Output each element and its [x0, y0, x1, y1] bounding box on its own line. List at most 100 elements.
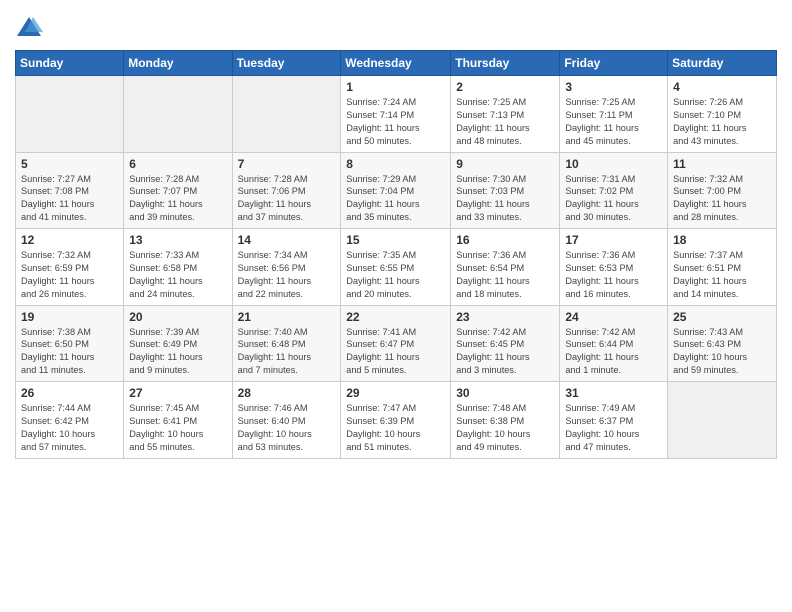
day-number: 16 [456, 233, 554, 247]
day-info: Sunrise: 7:32 AM Sunset: 7:00 PM Dayligh… [673, 173, 771, 225]
day-number: 9 [456, 157, 554, 171]
day-number: 3 [565, 80, 662, 94]
day-info: Sunrise: 7:47 AM Sunset: 6:39 PM Dayligh… [346, 402, 445, 454]
calendar-cell: 31 Sunrise: 7:49 AM Sunset: 6:37 PM Dayli… [560, 382, 668, 459]
day-number: 29 [346, 386, 445, 400]
calendar-cell: 18 Sunrise: 7:37 AM Sunset: 6:51 PM Dayli… [668, 229, 777, 306]
logo [15, 14, 45, 42]
calendar-cell: 1 Sunrise: 7:24 AM Sunset: 7:14 PM Daylig… [341, 76, 451, 153]
day-number: 12 [21, 233, 118, 247]
calendar-cell: 27 Sunrise: 7:45 AM Sunset: 6:41 PM Dayli… [124, 382, 232, 459]
calendar-cell: 22 Sunrise: 7:41 AM Sunset: 6:47 PM Dayli… [341, 305, 451, 382]
day-info: Sunrise: 7:41 AM Sunset: 6:47 PM Dayligh… [346, 326, 445, 378]
day-number: 24 [565, 310, 662, 324]
day-number: 13 [129, 233, 226, 247]
day-number: 21 [238, 310, 336, 324]
day-number: 11 [673, 157, 771, 171]
day-number: 17 [565, 233, 662, 247]
calendar-header-monday: Monday [124, 51, 232, 76]
day-info: Sunrise: 7:48 AM Sunset: 6:38 PM Dayligh… [456, 402, 554, 454]
header [15, 10, 777, 42]
calendar-header-sunday: Sunday [16, 51, 124, 76]
calendar-cell [16, 76, 124, 153]
calendar-cell: 10 Sunrise: 7:31 AM Sunset: 7:02 PM Dayli… [560, 152, 668, 229]
day-info: Sunrise: 7:34 AM Sunset: 6:56 PM Dayligh… [238, 249, 336, 301]
calendar-cell: 20Sunrise: 7:39 AM Sunset: 6:49 PM Dayli… [124, 305, 232, 382]
day-info: Sunrise: 7:28 AM Sunset: 7:06 PM Dayligh… [238, 173, 336, 225]
day-info: Sunrise: 7:42 AM Sunset: 6:44 PM Dayligh… [565, 326, 662, 378]
calendar-cell: 24 Sunrise: 7:42 AM Sunset: 6:44 PM Dayli… [560, 305, 668, 382]
day-info: Sunrise: 7:49 AM Sunset: 6:37 PM Dayligh… [565, 402, 662, 454]
day-number: 8 [346, 157, 445, 171]
calendar-header-row: SundayMondayTuesdayWednesdayThursdayFrid… [16, 51, 777, 76]
day-number: 19 [21, 310, 118, 324]
calendar-header-thursday: Thursday [451, 51, 560, 76]
calendar-cell: 8 Sunrise: 7:29 AM Sunset: 7:04 PM Daylig… [341, 152, 451, 229]
calendar-cell: 23Sunrise: 7:42 AM Sunset: 6:45 PM Dayli… [451, 305, 560, 382]
day-info: Sunrise: 7:27 AM Sunset: 7:08 PM Dayligh… [21, 173, 118, 225]
calendar-week-5: 26 Sunrise: 7:44 AM Sunset: 6:42 PM Dayli… [16, 382, 777, 459]
day-number: 26 [21, 386, 118, 400]
day-info: Sunrise: 7:37 AM Sunset: 6:51 PM Dayligh… [673, 249, 771, 301]
day-info: Sunrise: 7:39 AM Sunset: 6:49 PM Dayligh… [129, 326, 226, 378]
calendar-cell [124, 76, 232, 153]
calendar-table: SundayMondayTuesdayWednesdayThursdayFrid… [15, 50, 777, 459]
calendar-cell: 6Sunrise: 7:28 AM Sunset: 7:07 PM Daylig… [124, 152, 232, 229]
day-number: 1 [346, 80, 445, 94]
day-info: Sunrise: 7:40 AM Sunset: 6:48 PM Dayligh… [238, 326, 336, 378]
calendar-cell: 15Sunrise: 7:35 AM Sunset: 6:55 PM Dayli… [341, 229, 451, 306]
calendar-cell: 25Sunrise: 7:43 AM Sunset: 6:43 PM Dayli… [668, 305, 777, 382]
day-info: Sunrise: 7:32 AM Sunset: 6:59 PM Dayligh… [21, 249, 118, 301]
calendar-cell: 28Sunrise: 7:46 AM Sunset: 6:40 PM Dayli… [232, 382, 341, 459]
day-info: Sunrise: 7:38 AM Sunset: 6:50 PM Dayligh… [21, 326, 118, 378]
day-number: 14 [238, 233, 336, 247]
day-info: Sunrise: 7:31 AM Sunset: 7:02 PM Dayligh… [565, 173, 662, 225]
day-number: 10 [565, 157, 662, 171]
calendar-header-saturday: Saturday [668, 51, 777, 76]
calendar-cell: 2Sunrise: 7:25 AM Sunset: 7:13 PM Daylig… [451, 76, 560, 153]
calendar-cell: 12 Sunrise: 7:32 AM Sunset: 6:59 PM Dayli… [16, 229, 124, 306]
day-info: Sunrise: 7:30 AM Sunset: 7:03 PM Dayligh… [456, 173, 554, 225]
day-number: 27 [129, 386, 226, 400]
calendar-cell: 11 Sunrise: 7:32 AM Sunset: 7:00 PM Dayli… [668, 152, 777, 229]
day-info: Sunrise: 7:26 AM Sunset: 7:10 PM Dayligh… [673, 96, 771, 148]
day-info: Sunrise: 7:29 AM Sunset: 7:04 PM Dayligh… [346, 173, 445, 225]
day-info: Sunrise: 7:42 AM Sunset: 6:45 PM Dayligh… [456, 326, 554, 378]
day-number: 22 [346, 310, 445, 324]
calendar-cell: 16 Sunrise: 7:36 AM Sunset: 6:54 PM Dayli… [451, 229, 560, 306]
calendar-week-2: 5 Sunrise: 7:27 AM Sunset: 7:08 PM Daylig… [16, 152, 777, 229]
day-info: Sunrise: 7:33 AM Sunset: 6:58 PM Dayligh… [129, 249, 226, 301]
calendar-cell: 13 Sunrise: 7:33 AM Sunset: 6:58 PM Dayli… [124, 229, 232, 306]
day-info: Sunrise: 7:45 AM Sunset: 6:41 PM Dayligh… [129, 402, 226, 454]
day-info: Sunrise: 7:36 AM Sunset: 6:54 PM Dayligh… [456, 249, 554, 301]
day-info: Sunrise: 7:24 AM Sunset: 7:14 PM Dayligh… [346, 96, 445, 148]
day-number: 4 [673, 80, 771, 94]
day-number: 25 [673, 310, 771, 324]
day-number: 18 [673, 233, 771, 247]
calendar-week-4: 19 Sunrise: 7:38 AM Sunset: 6:50 PM Dayli… [16, 305, 777, 382]
calendar-cell: 21 Sunrise: 7:40 AM Sunset: 6:48 PM Dayli… [232, 305, 341, 382]
day-number: 7 [238, 157, 336, 171]
day-info: Sunrise: 7:35 AM Sunset: 6:55 PM Dayligh… [346, 249, 445, 301]
day-number: 31 [565, 386, 662, 400]
day-number: 2 [456, 80, 554, 94]
calendar-week-3: 12 Sunrise: 7:32 AM Sunset: 6:59 PM Dayli… [16, 229, 777, 306]
calendar-header-tuesday: Tuesday [232, 51, 341, 76]
day-info: Sunrise: 7:25 AM Sunset: 7:11 PM Dayligh… [565, 96, 662, 148]
calendar-cell: 9 Sunrise: 7:30 AM Sunset: 7:03 PM Daylig… [451, 152, 560, 229]
calendar-cell [668, 382, 777, 459]
day-number: 5 [21, 157, 118, 171]
calendar-cell: 14 Sunrise: 7:34 AM Sunset: 6:56 PM Dayli… [232, 229, 341, 306]
calendar-week-1: 1 Sunrise: 7:24 AM Sunset: 7:14 PM Daylig… [16, 76, 777, 153]
calendar-cell: 5 Sunrise: 7:27 AM Sunset: 7:08 PM Daylig… [16, 152, 124, 229]
day-info: Sunrise: 7:28 AM Sunset: 7:07 PM Dayligh… [129, 173, 226, 225]
day-number: 30 [456, 386, 554, 400]
calendar-cell: 26 Sunrise: 7:44 AM Sunset: 6:42 PM Dayli… [16, 382, 124, 459]
calendar-header-wednesday: Wednesday [341, 51, 451, 76]
calendar-cell: 17 Sunrise: 7:36 AM Sunset: 6:53 PM Dayli… [560, 229, 668, 306]
day-info: Sunrise: 7:36 AM Sunset: 6:53 PM Dayligh… [565, 249, 662, 301]
day-info: Sunrise: 7:44 AM Sunset: 6:42 PM Dayligh… [21, 402, 118, 454]
calendar-cell: 7 Sunrise: 7:28 AM Sunset: 7:06 PM Daylig… [232, 152, 341, 229]
page: SundayMondayTuesdayWednesdayThursdayFrid… [0, 0, 792, 612]
calendar-cell: 29 Sunrise: 7:47 AM Sunset: 6:39 PM Dayli… [341, 382, 451, 459]
